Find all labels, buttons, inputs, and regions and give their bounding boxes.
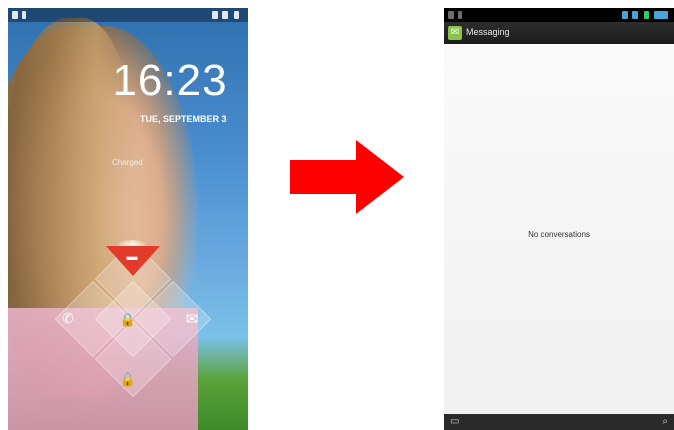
empty-state-text: No conversations [528,230,590,239]
battery-icon [234,11,239,19]
app-title: Messaging [466,27,510,37]
wifi-icon [212,11,218,19]
messaging-phone: ✉ Messaging No conversations ▭ ⌕ [444,8,674,430]
lock-screen-phone: 16:23 TUE, SEPTEMBER 3 Charged ▬ ✆ 🔒 ✉ 🔓 [8,8,248,430]
search-icon[interactable]: ⌕ [662,416,668,427]
action-bar: ✉ Messaging [444,22,674,44]
compose-icon[interactable]: ▭ [450,417,466,427]
unlock-icon: 🔓 [119,372,137,387]
signal-icon [632,11,638,19]
notification-icon [448,11,454,19]
phone-icon: ✆ [62,310,74,326]
battery-icon [644,11,649,19]
camera-icon: ▬ [126,251,138,263]
date: TUE, SEPTEMBER 3 [140,114,227,124]
messaging-app-icon[interactable]: ✉ [448,26,462,40]
status-bar [8,8,248,22]
bottom-bar: ▭ ⌕ [444,414,674,430]
notification-icon [22,11,26,19]
notification-icon [12,11,18,19]
clock: 16:23 [112,56,228,105]
envelope-icon: ✉ [185,311,199,328]
conversation-list: No conversations [444,44,674,414]
signal-icon [222,11,228,19]
notification-icon [458,11,462,19]
status-bar [444,8,674,22]
charging-status: Charged [112,158,143,167]
transition-arrow [290,160,356,194]
transition-arrow-head [356,140,404,214]
lock-icon: 🔒 [119,312,137,327]
clock-small [654,11,668,19]
wifi-icon [622,11,628,19]
